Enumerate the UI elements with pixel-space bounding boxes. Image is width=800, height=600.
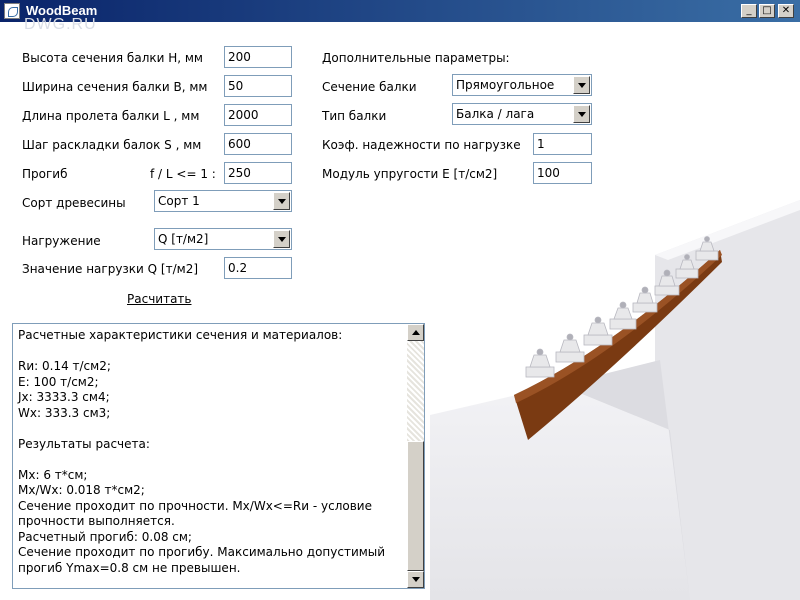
chevron-down-icon[interactable] (573, 76, 590, 94)
modulus-input[interactable] (533, 162, 592, 184)
span-input[interactable] (224, 104, 292, 126)
spacing-label: Шаг раскладки балок S , мм (22, 138, 202, 152)
reliability-label: Коэф. надежности по нагрузке (322, 138, 521, 152)
results-line (18, 452, 403, 468)
scroll-up-icon[interactable] (407, 324, 424, 341)
beam-type-label: Тип балки (322, 109, 387, 123)
beam-3d-illustration (430, 200, 800, 600)
wood-grade-select[interactable]: Сорт 1 (154, 190, 292, 212)
width-input[interactable] (224, 75, 292, 97)
spacing-input[interactable] (224, 133, 292, 155)
wood-grade-value: Сорт 1 (158, 194, 200, 208)
results-line: Mx/Wx: 0.018 т*см2; (18, 483, 145, 497)
load-value-input[interactable] (224, 257, 292, 279)
calculate-button[interactable]: Расчитать (127, 292, 191, 306)
chevron-down-icon[interactable] (273, 230, 290, 248)
app-window: WoodBeam _ □ ✕ DWG.RU Высота сечения бал… (0, 0, 800, 600)
results-textarea[interactable]: Расчетные характеристики сечения и матер… (12, 323, 425, 589)
deflection-ratio-label: f / L <= 1 : (150, 167, 216, 181)
results-line: Wx: 333.3 см3; (18, 405, 111, 420)
width-label: Ширина сечения балки B, мм (22, 80, 208, 94)
beam-type-select[interactable]: Балка / лага (452, 103, 592, 125)
load-type-label: Нагружение (22, 234, 101, 248)
results-line: Rи: 0.14 т/см2; (18, 359, 111, 373)
results-line: E: 100 т/см2; (18, 374, 99, 389)
deflection-input[interactable] (224, 162, 292, 184)
maximize-button[interactable]: □ (759, 4, 775, 18)
scroll-track[interactable] (407, 341, 424, 441)
span-label: Длина пролета балки L , мм (22, 109, 200, 123)
load-type-select[interactable]: Q [т/м2] (154, 228, 292, 250)
wood-grade-label: Сорт древесины (22, 196, 126, 210)
watermark: DWG.RU (24, 16, 97, 33)
modulus-label: Модуль упругости E [т/см2] (322, 167, 498, 181)
height-input[interactable] (224, 46, 292, 68)
results-line: Сечение проходит по прогибу. Максимально… (18, 545, 389, 575)
title-bar[interactable]: WoodBeam _ □ ✕ (0, 0, 800, 22)
chevron-down-icon[interactable] (273, 192, 290, 210)
scroll-thumb[interactable] (407, 441, 424, 571)
extra-params-heading: Дополнительные параметры: (322, 51, 510, 65)
results-text: Расчетные характеристики сечения и матер… (18, 328, 403, 576)
height-label: Высота сечения балки H, мм (22, 51, 203, 65)
results-line: Jx: 3333.3 см4; (18, 390, 110, 404)
app-icon (4, 3, 20, 19)
chevron-down-icon[interactable] (573, 105, 590, 123)
results-line (18, 421, 403, 437)
results-line: Mx: 6 т*см; (18, 467, 88, 482)
results-line: Сечение проходит по прочности. Mx/Wx<=Rи… (18, 498, 376, 529)
results-scrollbar[interactable] (407, 324, 424, 588)
load-value-label: Значение нагрузки Q [т/м2] (22, 262, 199, 276)
deflection-label: Прогиб (22, 167, 68, 181)
reliability-input[interactable] (533, 133, 592, 155)
beam-type-value: Балка / лага (456, 107, 535, 121)
results-line (18, 344, 403, 360)
minimize-button[interactable]: _ (741, 4, 757, 18)
section-label: Сечение балки (322, 80, 417, 94)
scroll-down-icon[interactable] (407, 571, 424, 588)
load-type-value: Q [т/м2] (158, 232, 209, 246)
results-line: Результаты расчета: (18, 436, 150, 451)
section-value: Прямоугольное (456, 78, 555, 92)
results-line: Расчетный прогиб: 0.08 см; (18, 529, 192, 544)
close-button[interactable]: ✕ (778, 4, 794, 18)
results-line: Расчетные характеристики сечения и матер… (18, 328, 343, 342)
section-select[interactable]: Прямоугольное (452, 74, 592, 96)
